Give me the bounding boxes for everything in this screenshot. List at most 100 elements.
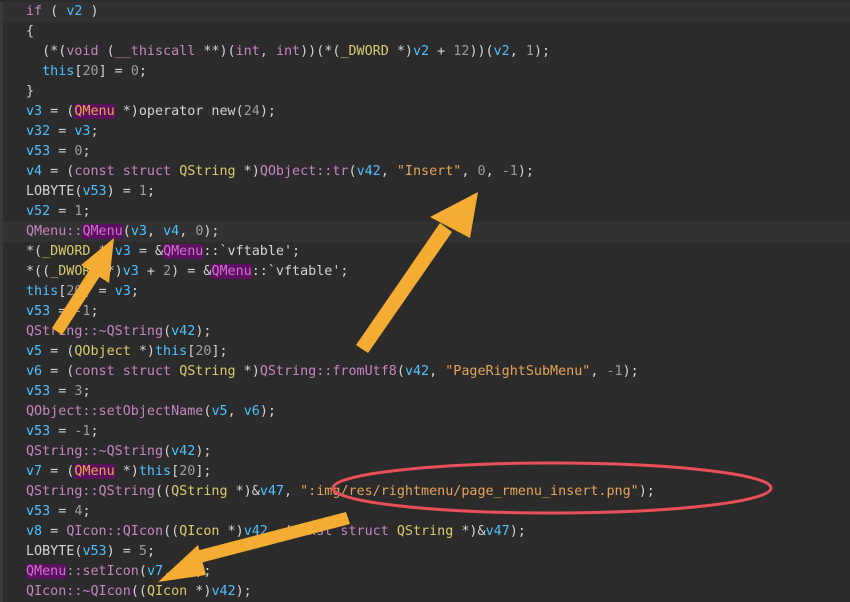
code-line[interactable]: v52 = 1;	[0, 202, 850, 222]
code-token: =	[50, 384, 75, 399]
code-line[interactable]: QString::QString((QString *)&v47, ":img/…	[0, 482, 850, 502]
code-token: ,	[590, 364, 607, 379]
code-token: v53	[26, 384, 51, 399]
code-line[interactable]: v32 = v3;	[0, 122, 850, 142]
code-line-text: v53 = 3;	[26, 382, 91, 402]
code-token: ;	[90, 124, 99, 139]
code-token: 2	[163, 264, 172, 279]
code-line-text: v3 = (QMenu *)operator new(24);	[26, 102, 276, 122]
code-token: QIcon::QIcon	[66, 524, 164, 539]
code-line[interactable]: this[20] = 0;	[0, 62, 850, 82]
code-token: QIcon	[146, 584, 188, 599]
code-line[interactable]: {	[0, 22, 850, 42]
code-token: *((	[26, 264, 51, 279]
code-token: v8	[26, 524, 43, 539]
code-token: +	[429, 44, 454, 59]
code-line[interactable]: v53 = 4;	[0, 502, 850, 522]
code-token: ] =	[98, 64, 131, 79]
code-token: v3	[114, 284, 131, 299]
code-line[interactable]: v8 = QIcon::QIcon((QIcon *)v42, (const s…	[0, 522, 850, 542]
code-line[interactable]: v53 = 3;	[0, 382, 850, 402]
code-token: -1	[501, 164, 518, 179]
code-token: );	[235, 584, 252, 599]
code-token: =	[50, 204, 75, 219]
gutter-marker	[0, 242, 3, 262]
code-token: ;	[138, 64, 147, 79]
code-token: = (	[42, 344, 75, 359]
code-token: v4	[163, 224, 180, 239]
code-token: *)	[98, 264, 123, 279]
gutter-marker	[0, 482, 3, 502]
code-line-text: QString::QString((QString *)&v47, ":img/…	[26, 482, 655, 502]
code-line[interactable]: QObject::setObjectName(v5, v6);	[0, 402, 850, 422]
code-editor[interactable]: if ( v2 ){ (*(void (__thiscall **)(int, …	[0, 0, 850, 602]
code-line-text: QString::~QString(v42);	[26, 322, 211, 342]
code-token: v42	[171, 324, 196, 339]
code-line[interactable]: v5 = (QObject *)this[20];	[0, 342, 850, 362]
code-token: v53	[26, 504, 51, 519]
code-token: }	[26, 84, 35, 99]
code-line[interactable]: QMenu::setIcon(v7, v8);	[0, 562, 850, 582]
code-line[interactable]: LOBYTE(v53) = 5;	[0, 542, 850, 562]
code-line[interactable]: QIcon::~QIcon((QIcon *)v42);	[0, 582, 850, 602]
code-token: ;	[90, 424, 99, 439]
code-line-text: }	[26, 82, 34, 102]
code-token: QObject::setObjectName	[26, 404, 204, 419]
code-line[interactable]: *(_DWORD *)v3 = &QMenu::`vftable';	[0, 242, 850, 262]
code-token: );	[622, 364, 639, 379]
code-token: _DWORD	[42, 244, 91, 259]
code-line[interactable]: QMenu::QMenu(v3, v4, 0);	[0, 222, 850, 242]
code-token: 12	[453, 44, 470, 59]
code-line[interactable]: v7 = (QMenu *)this[20];	[0, 462, 850, 482]
code-line[interactable]: v6 = (const struct QString *)QString::fr…	[0, 362, 850, 382]
code-token: v6	[26, 364, 43, 379]
code-token: QIcon	[179, 524, 220, 539]
code-token: (	[396, 364, 405, 379]
code-token: );	[533, 44, 551, 59]
code-token: QMenu	[163, 244, 204, 259]
code-line[interactable]: QString::~QString(v42);	[0, 322, 850, 342]
code-token: (	[98, 44, 115, 59]
code-token: QMenu	[82, 224, 123, 239]
code-line[interactable]: LOBYTE(v53) = 1;	[0, 182, 850, 202]
code-token: v42	[211, 584, 236, 599]
gutter-marker	[0, 582, 3, 602]
code-token: (*(	[26, 44, 67, 59]
code-token: v5	[26, 344, 43, 359]
gutter-marker	[0, 122, 3, 142]
code-token: (	[163, 324, 172, 339]
code-token: v42	[356, 164, 381, 179]
code-line[interactable]: v4 = (const struct QString *)QObject::tr…	[0, 162, 850, 182]
code-line-text: v53 = 0;	[26, 142, 91, 162]
code-line[interactable]: v53 = -1;	[0, 302, 850, 322]
code-line[interactable]: v53 = 0;	[0, 142, 850, 162]
gutter-marker	[0, 402, 3, 422]
code-token: QMenu	[26, 564, 67, 579]
code-line-text: QString::~QString(v42);	[26, 442, 211, 462]
code-line[interactable]: this[20] = v3;	[0, 282, 850, 302]
code-token: QMenu	[74, 464, 115, 479]
code-line[interactable]: (*(void (__thiscall **)(int, int))(*(_DW…	[0, 42, 850, 62]
code-line[interactable]: QString::~QString(v42);	[0, 442, 850, 462]
code-token: +	[138, 264, 164, 279]
code-token: ))(	[469, 44, 494, 59]
code-line[interactable]: v53 = -1;	[0, 422, 850, 442]
code-token: = (	[42, 464, 75, 479]
gutter-marker	[0, 202, 3, 222]
code-token: ) =	[106, 544, 139, 559]
code-line-text: v5 = (QObject *)this[20];	[26, 342, 228, 362]
gutter-marker	[0, 522, 3, 542]
code-line[interactable]: }	[0, 82, 850, 102]
code-token: ,	[429, 364, 446, 379]
code-token: v3	[122, 264, 139, 279]
code-line-text: QMenu::setIcon(v7, v8);	[26, 562, 211, 582]
code-token: const struct	[74, 364, 172, 379]
code-line[interactable]: if ( v2 )	[0, 2, 850, 22]
code-token: int	[275, 44, 301, 59]
code-line[interactable]: *((_DWORD *)v3 + 2) = &QMenu::`vftable';	[0, 262, 850, 282]
code-line[interactable]: v3 = (QMenu *)operator new(24);	[0, 102, 850, 122]
code-token: this	[42, 64, 75, 79]
